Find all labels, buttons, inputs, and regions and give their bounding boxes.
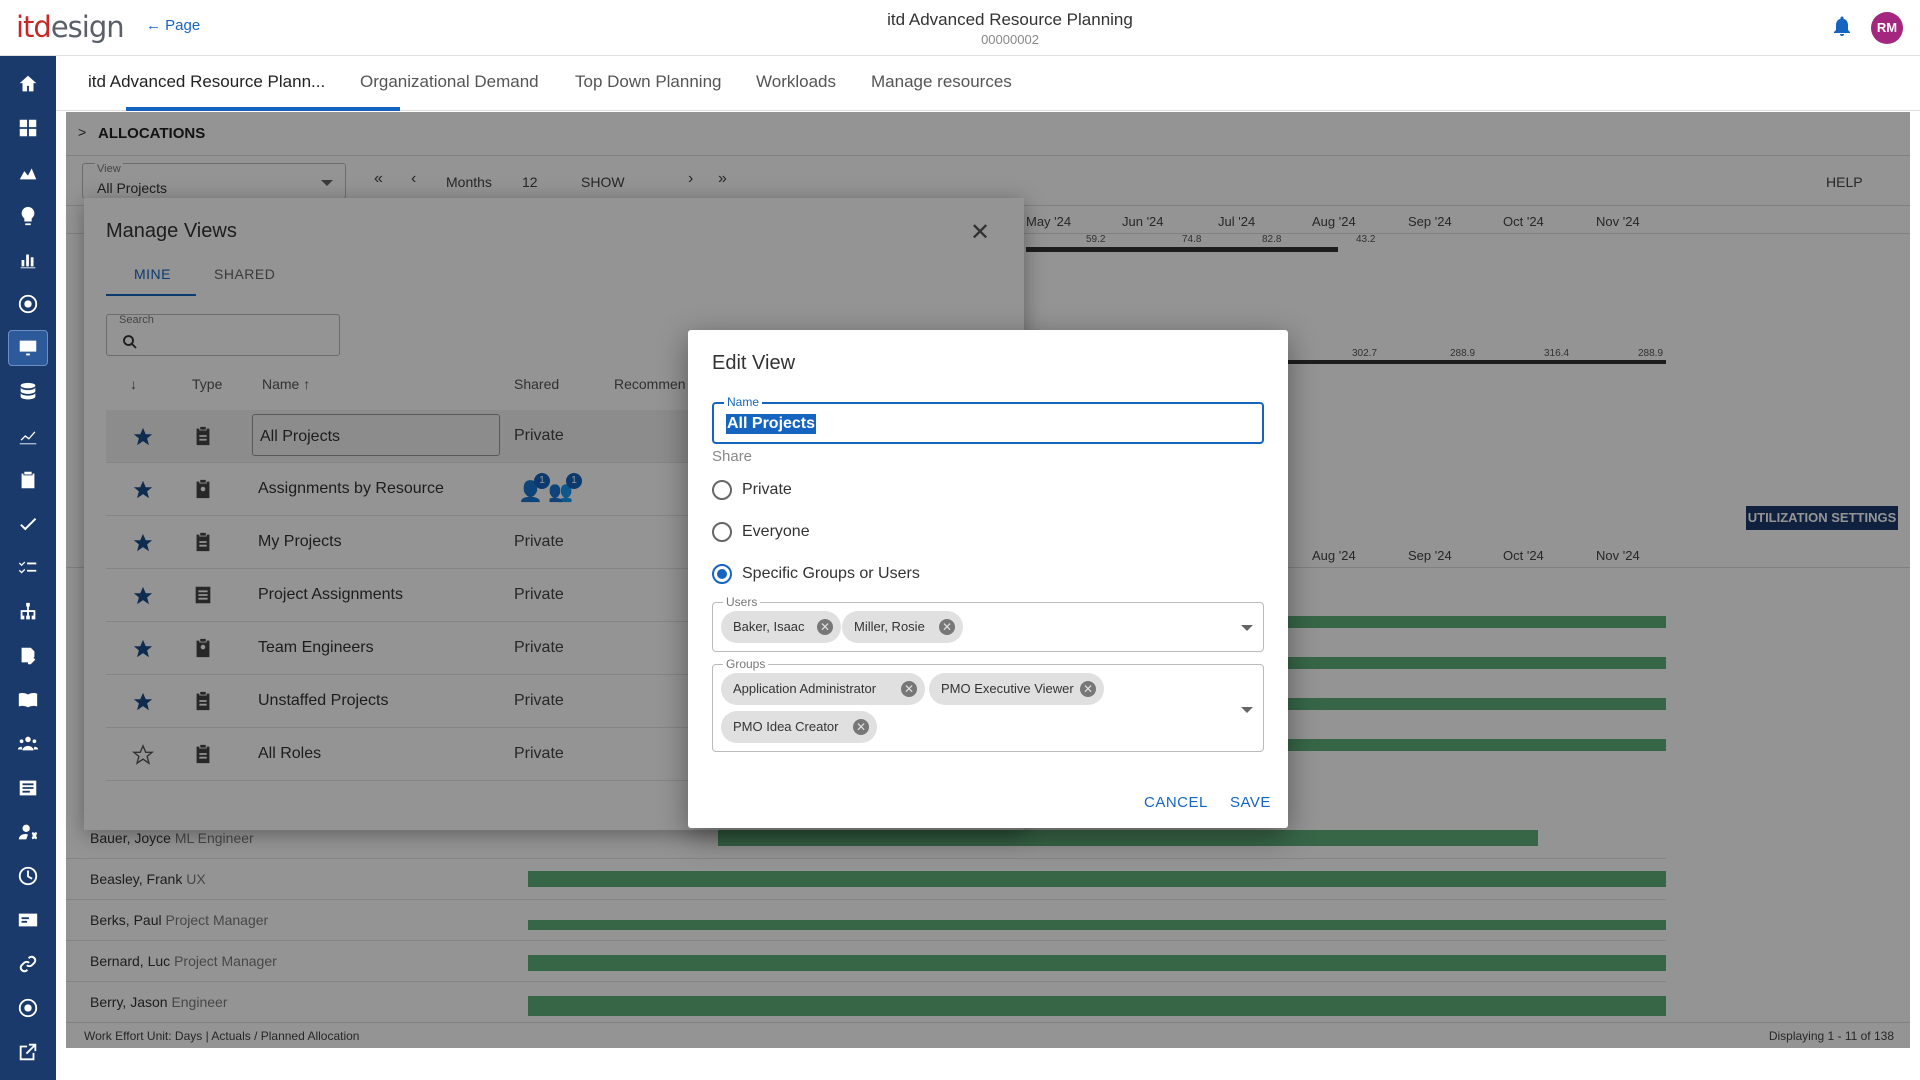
group-chip: PMO Executive Viewer ✕ [929, 673, 1104, 705]
home-icon[interactable] [8, 66, 48, 102]
notification-bell-icon[interactable] [1830, 14, 1854, 38]
user-chip: Baker, Isaac ✕ [721, 611, 841, 643]
tab-top-down-planning[interactable]: Top Down Planning [575, 72, 721, 92]
tab-advanced-resource-planning[interactable]: itd Advanced Resource Plann... [88, 72, 325, 92]
edit-view-title: Edit View [712, 352, 796, 374]
cancel-button[interactable]: CANCEL [1144, 794, 1208, 811]
remove-chip-icon[interactable]: ✕ [1080, 681, 1096, 697]
remove-chip-icon[interactable]: ✕ [901, 681, 917, 697]
database-icon[interactable] [8, 374, 48, 410]
radio-private[interactable] [712, 480, 732, 500]
users-select[interactable]: Users Baker, Isaac ✕ Miller, Rosie ✕ [712, 595, 1264, 652]
page-subtitle: 00000002 [981, 32, 1039, 47]
team-icon[interactable] [8, 726, 48, 762]
remove-chip-icon[interactable]: ✕ [939, 619, 955, 635]
clock-icon[interactable] [8, 858, 48, 894]
tab-workloads[interactable]: Workloads [756, 72, 836, 92]
chip-label: PMO Executive Viewer [941, 681, 1074, 696]
id-card-icon[interactable] [8, 902, 48, 938]
name-label: Name [724, 395, 763, 409]
tab-organizational-demand[interactable]: Organizational Demand [360, 72, 539, 92]
dropdown-arrow-icon[interactable] [1241, 625, 1253, 631]
groups-select[interactable]: Groups Application Administrator ✕ PMO Ex… [712, 657, 1264, 752]
chip-label: Application Administrator [733, 681, 877, 696]
remove-chip-icon[interactable]: ✕ [817, 619, 833, 635]
active-tab-indicator [126, 107, 400, 111]
radio-private-label[interactable]: Private [742, 481, 792, 499]
target-icon[interactable] [8, 286, 48, 322]
line-chart-icon[interactable] [8, 418, 48, 454]
tab-manage-resources[interactable]: Manage resources [871, 72, 1012, 92]
chip-label: Baker, Isaac [733, 619, 805, 634]
back-to-page-link[interactable]: ← Page [146, 17, 200, 34]
chip-label: PMO Idea Creator [733, 719, 839, 734]
back-label: Page [165, 17, 201, 34]
group-chip: Application Administrator ✕ [721, 673, 925, 705]
groups-label: Groups [723, 657, 769, 671]
dashboard-icon[interactable] [8, 110, 48, 146]
edit-view-dialog: Edit View Name All Projects Share Privat… [688, 330, 1288, 828]
app-header: itdesign ← Page itd Advanced Resource Pl… [0, 0, 1920, 56]
share-label: Share [712, 448, 753, 465]
tab-bar: itd Advanced Resource Plann... Organizat… [56, 56, 1920, 111]
clipboard-icon[interactable] [8, 462, 48, 498]
area-chart-icon[interactable] [8, 154, 48, 190]
lightbulb-icon[interactable] [8, 198, 48, 234]
name-value: All Projects [726, 414, 817, 434]
chip-label: Miller, Rosie [854, 619, 925, 634]
remove-chip-icon[interactable]: ✕ [853, 719, 869, 735]
user-avatar[interactable]: RM [1871, 12, 1903, 44]
checkmark-icon[interactable] [8, 506, 48, 542]
bar-chart-icon[interactable] [8, 242, 48, 278]
user-chip: Miller, Rosie ✕ [842, 611, 963, 643]
group-chip: PMO Idea Creator ✕ [721, 711, 877, 743]
document-edit-icon[interactable] [8, 638, 48, 674]
support-icon[interactable] [8, 990, 48, 1026]
external-link-icon[interactable] [8, 1034, 48, 1070]
checklist-icon[interactable] [8, 550, 48, 586]
org-chart-icon[interactable] [8, 594, 48, 630]
left-nav-rail [0, 56, 56, 1080]
book-icon[interactable] [8, 682, 48, 718]
name-input[interactable]: Name All Projects [712, 395, 1264, 444]
list-document-icon[interactable] [8, 770, 48, 806]
link-icon[interactable] [8, 946, 48, 982]
radio-everyone[interactable] [712, 522, 732, 542]
users-label: Users [723, 595, 761, 609]
dropdown-arrow-icon[interactable] [1241, 707, 1253, 713]
monitor-icon[interactable] [8, 330, 48, 366]
page-title: itd Advanced Resource Planning [887, 10, 1133, 29]
user-settings-icon[interactable] [8, 814, 48, 850]
itdesign-logo[interactable]: itdesign [16, 10, 125, 44]
radio-specific-label[interactable]: Specific Groups or Users [742, 565, 920, 583]
radio-everyone-label[interactable]: Everyone [742, 523, 810, 541]
save-button[interactable]: SAVE [1230, 794, 1271, 811]
radio-specific-groups-users[interactable] [712, 564, 732, 584]
